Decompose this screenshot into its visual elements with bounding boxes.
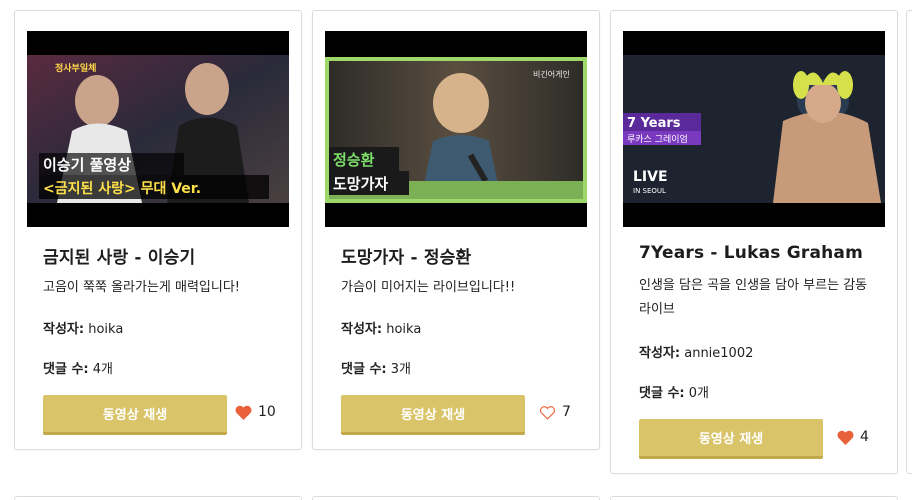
- thumb-caption-2: 루카스 그레이엄: [627, 133, 688, 145]
- card-author: 작성자: hoika: [341, 318, 421, 337]
- video-thumbnail[interactable]: 7 Years 루카스 그레이엄 LIVE IN SEOUL: [623, 31, 885, 227]
- show-badge: 비긴어게인: [533, 69, 570, 79]
- card-comments: 댓글 수: 3개: [341, 358, 411, 377]
- comments-count: 3개: [390, 362, 411, 377]
- author-name: annie1002: [684, 346, 754, 361]
- video-thumbnail[interactable]: 비긴어게인 정승환 도망가자: [325, 31, 587, 227]
- play-video-button[interactable]: 동영상 재생: [341, 395, 525, 435]
- video-card-partial: [14, 496, 302, 500]
- thumb-caption-2: <금지된 사랑> 무대 Ver.: [43, 180, 201, 197]
- thumb-caption-1: 정승환: [333, 151, 375, 169]
- heart-filled-icon: [235, 405, 252, 420]
- heart-outline-icon: [540, 405, 555, 420]
- like-button[interactable]: 7: [539, 404, 571, 420]
- comments-count: 0개: [688, 386, 709, 401]
- thumb-caption-2: 도망가자: [333, 175, 388, 193]
- heart-filled-icon: [837, 430, 854, 445]
- author-name: hoika: [386, 322, 422, 337]
- like-button[interactable]: 10: [235, 404, 276, 420]
- play-video-button[interactable]: 동영상 재생: [639, 419, 823, 459]
- card-title: 7Years - Lukas Graham: [639, 243, 864, 263]
- video-card: 7 Years 루카스 그레이엄 LIVE IN SEOUL 7Years - …: [610, 10, 898, 474]
- thumbnail-image: 7 Years 루카스 그레이엄 LIVE IN SEOUL: [623, 31, 885, 227]
- comments-count: 4개: [92, 362, 113, 377]
- video-card: 정사부일체 이승기 풀영상 <금지된 사랑> 무대 Ver. 금지된 사랑 - …: [14, 10, 302, 450]
- card-description: 인생을 담은 곡을 인생을 담아 부르는 감동 라이브: [639, 278, 868, 317]
- author-name: hoika: [88, 322, 124, 337]
- card-title: 도망가자 - 정승환: [341, 248, 472, 268]
- thumbnail-image: 정사부일체 이승기 풀영상 <금지된 사랑> 무대 Ver.: [27, 31, 289, 227]
- comments-label: 댓글 수:: [341, 362, 387, 377]
- like-count: 7: [562, 404, 571, 420]
- card-comments: 댓글 수: 4개: [43, 358, 113, 377]
- comments-label: 댓글 수:: [639, 386, 685, 401]
- play-video-button[interactable]: 동영상 재생: [43, 395, 227, 435]
- video-card-partial: [610, 496, 898, 500]
- like-count: 4: [860, 429, 869, 445]
- card-comments: 댓글 수: 0개: [639, 382, 709, 401]
- author-label: 작성자:: [341, 322, 383, 337]
- card-description: 고음이 쭉쭉 올라가는게 매력입니다!: [43, 280, 241, 295]
- like-count: 10: [258, 404, 276, 420]
- live-sub-label: IN SEOUL: [633, 187, 666, 195]
- thumb-caption-1: 이승기 풀영상: [43, 156, 131, 174]
- video-card-partial: [906, 10, 912, 474]
- like-button[interactable]: 4: [837, 429, 869, 445]
- video-card: 비긴어게인 정승환 도망가자 도망가자 - 정승환 가슴이 미어지는 라이브입니…: [312, 10, 600, 450]
- thumbnail-image: 비긴어게인 정승환 도망가자: [325, 31, 587, 227]
- thumb-caption-1: 7 Years: [627, 116, 681, 131]
- author-label: 작성자:: [639, 346, 681, 361]
- card-title: 금지된 사랑 - 이승기: [43, 248, 196, 268]
- live-label: LIVE: [633, 169, 668, 185]
- video-card-partial: [312, 496, 600, 500]
- video-thumbnail[interactable]: 정사부일체 이승기 풀영상 <금지된 사랑> 무대 Ver.: [27, 31, 289, 227]
- card-author: 작성자: annie1002: [639, 342, 753, 361]
- card-author: 작성자: hoika: [43, 318, 123, 337]
- author-label: 작성자:: [43, 322, 85, 337]
- comments-label: 댓글 수:: [43, 362, 89, 377]
- card-description: 가슴이 미어지는 라이브입니다!!: [341, 280, 516, 295]
- show-badge: 정사부일체: [55, 62, 96, 74]
